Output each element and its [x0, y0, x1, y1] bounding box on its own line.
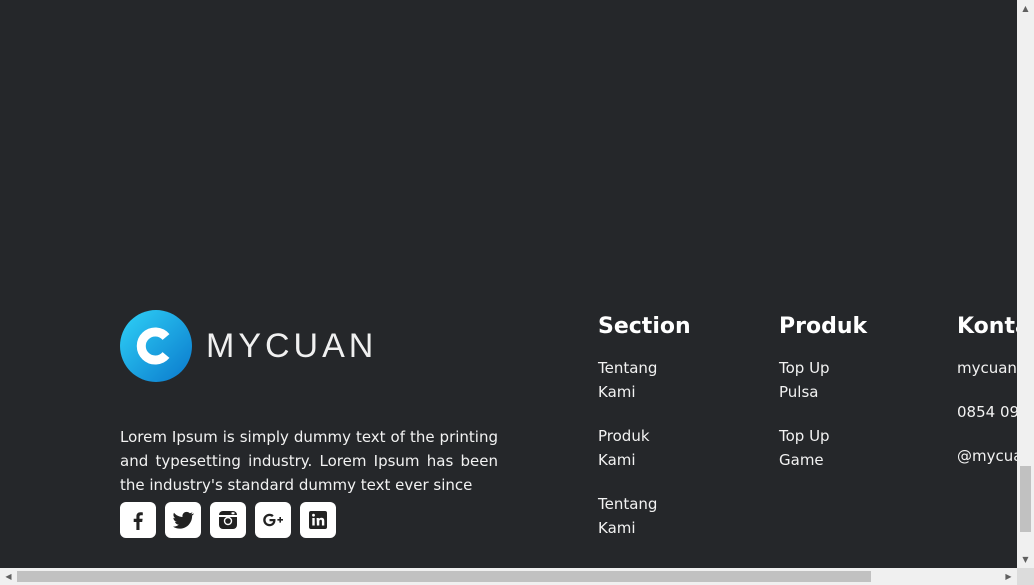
google-plus-link[interactable]: [255, 502, 291, 538]
scroll-left-arrow-icon[interactable]: ◀: [0, 568, 17, 585]
produk-link-top-up-pulsa[interactable]: Top Up Pulsa: [779, 356, 859, 404]
logo-mark-icon: [120, 310, 192, 382]
footer-description: Lorem Ipsum is simply dummy text of the …: [120, 428, 498, 494]
kontak-email[interactable]: mycuan@: [957, 356, 1017, 380]
facebook-icon: [133, 512, 143, 530]
produk-heading: Produk: [779, 314, 868, 339]
instagram-icon: [219, 511, 237, 529]
twitter-icon: [173, 511, 195, 529]
footer-produk-column: Produk Top Up Pulsa Top Up Game: [779, 312, 867, 492]
kontak-phone[interactable]: 0854 098: [957, 400, 1017, 424]
brand-logo[interactable]: MYCUAN: [120, 310, 377, 382]
twitter-link[interactable]: [165, 502, 201, 538]
google-plus-icon: [263, 513, 283, 527]
section-heading: Section: [598, 314, 691, 339]
linkedin-link[interactable]: [300, 502, 336, 538]
instagram-link[interactable]: [210, 502, 246, 538]
kontak-social-handle[interactable]: @mycua: [957, 444, 1017, 468]
vertical-scroll-thumb[interactable]: [1020, 466, 1031, 532]
scroll-right-arrow-icon[interactable]: ▶: [1000, 568, 1017, 585]
section-link-produk-kami[interactable]: Produk Kami: [598, 424, 678, 472]
scrollbar-corner: [1017, 568, 1034, 585]
scroll-down-arrow-icon[interactable]: ▼: [1017, 551, 1034, 568]
section-link-tentang-kami[interactable]: Tentang Kami: [598, 356, 678, 404]
footer-section-column: Section Tentang Kami Produk Kami Tentang…: [598, 312, 691, 560]
horizontal-scroll-thumb[interactable]: [17, 571, 871, 582]
kontak-heading: Konta: [957, 314, 1017, 339]
brand-name: MYCUAN: [206, 326, 378, 365]
vertical-scrollbar[interactable]: ▲ ▼: [1017, 0, 1034, 568]
scroll-up-arrow-icon[interactable]: ▲: [1017, 0, 1034, 17]
section-link-tentang-kami-2[interactable]: Tentang Kami: [598, 492, 678, 540]
facebook-link[interactable]: [120, 502, 156, 538]
footer-kontak-column: Konta mycuan@ 0854 098 @mycua: [957, 312, 1017, 488]
horizontal-scrollbar[interactable]: ◀ ▶: [0, 568, 1017, 585]
page-viewport: MYCUAN Lorem Ipsum is simply dummy text …: [0, 0, 1017, 568]
produk-link-top-up-game[interactable]: Top Up Game: [779, 424, 859, 472]
social-links: [120, 502, 336, 538]
linkedin-icon: [309, 511, 327, 529]
